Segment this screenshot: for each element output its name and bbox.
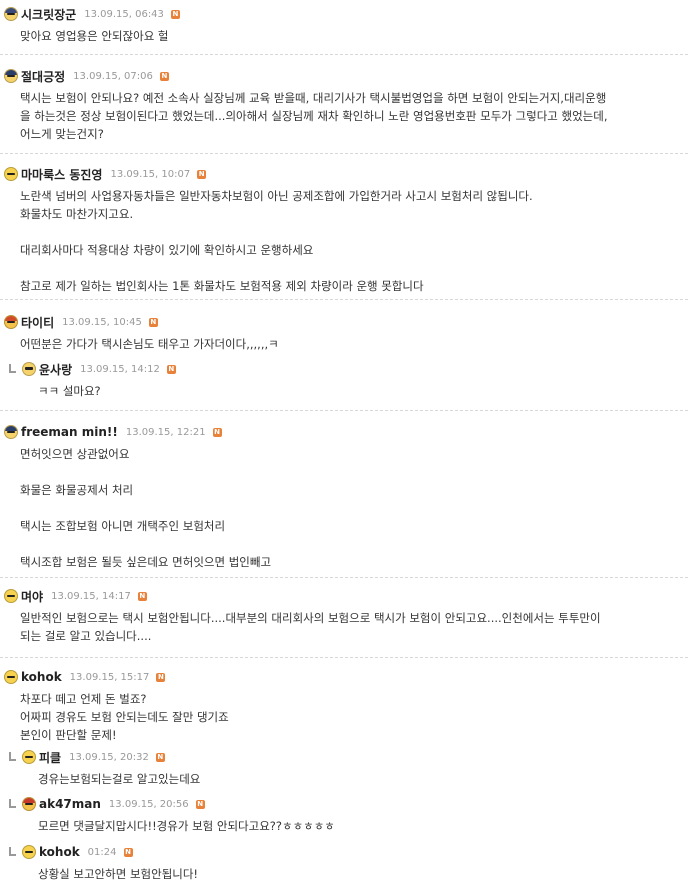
comment-list: 시크릿장군 13.09.15, 06:43 N 맞아요 영업용은 안되잖아요 헐… <box>0 0 688 894</box>
comment-author[interactable]: ak47man <box>39 797 101 811</box>
avatar-icon <box>22 750 36 764</box>
comment-author[interactable]: 윤사랑 <box>39 361 72 378</box>
reply-item: 윤사랑 13.09.15, 14:12 N ㅋㅋ 설마요? <box>0 360 688 400</box>
comment-item: 절대긍정 13.09.15, 07:06 N 택시는 보험이 안되나요? 예전 … <box>0 67 688 143</box>
new-badge: N <box>212 427 222 437</box>
comment-date: 13.09.15, 10:45 <box>62 316 142 328</box>
comment-date: 13.09.15, 12:21 <box>125 426 206 438</box>
comment-date: 13.09.15, 15:17 <box>69 671 150 683</box>
avatar-icon <box>4 670 18 684</box>
new-badge: N <box>159 71 169 81</box>
avatar-icon <box>22 797 36 811</box>
comment-body: 어떤분은 가다가 택시손님도 태우고 가자더이다,,,,,,ㅋ <box>20 337 279 351</box>
comment-author[interactable]: 시크릿장군 <box>21 6 76 23</box>
comment-author[interactable]: 며야 <box>21 588 43 605</box>
reply-arrow-icon <box>8 847 18 857</box>
comment-body: 차포다 떼고 언제 돈 벌죠? 어짜피 경유도 보험 안되는데도 잘만 댕기죠 … <box>20 692 229 742</box>
comment-divider <box>0 577 688 579</box>
comment-body: 노란색 넘버의 사업용자동차들은 일반자동차보험이 아닌 공제조합에 가입한거라… <box>20 189 533 293</box>
reply-arrow-icon <box>8 799 18 809</box>
avatar-icon <box>22 845 36 859</box>
comment-body: 모르면 댓글달지맙시다!!경유가 보험 안되다고요??ㅎㅎㅎㅎㅎ <box>38 819 335 833</box>
new-badge: N <box>148 317 158 327</box>
avatar-icon <box>4 425 18 439</box>
avatar-icon <box>22 362 36 376</box>
comment-date: 13.09.15, 10:07 <box>110 168 191 180</box>
comment-date: 13.09.15, 07:06 <box>73 70 153 82</box>
comment-body: 일반적인 보험으로는 택시 보험안됩니다....대부분의 대리회사의 보험으로 … <box>20 611 601 643</box>
avatar-icon <box>4 167 18 181</box>
avatar-icon <box>4 7 18 21</box>
reply-item: ak47man 13.09.15, 20:56 N 모르면 댓글달지맙시다!!경… <box>0 795 688 835</box>
comment-item: kohok 13.09.15, 15:17 N 차포다 떼고 언제 돈 벌죠? … <box>0 668 688 744</box>
comment-divider <box>0 54 688 56</box>
comment-author[interactable]: 타이티 <box>21 314 54 331</box>
comment-divider <box>0 657 688 659</box>
comment-author[interactable]: 마마룩스 동진영 <box>21 166 102 183</box>
comment-divider <box>0 410 688 412</box>
comment-author[interactable]: kohok <box>39 845 80 859</box>
reply-item: kohok 01:24 N 상황실 보고안하면 보험안됩니다! <box>0 843 688 883</box>
comment-divider <box>0 153 688 155</box>
reply-arrow-icon <box>8 752 18 762</box>
comment-date: 13.09.15, 14:17 <box>51 590 131 602</box>
comment-body: 택시는 보험이 안되나요? 예전 소속사 실장님께 교육 받을때, 대리기사가 … <box>20 91 608 141</box>
comment-date: 13.09.15, 20:32 <box>69 751 149 763</box>
new-badge: N <box>197 169 207 179</box>
comment-item: 시크릿장군 13.09.15, 06:43 N 맞아요 영업용은 안되잖아요 헐 <box>0 5 688 45</box>
comment-divider <box>0 299 688 301</box>
new-badge: N <box>137 591 147 601</box>
avatar-icon <box>4 69 18 83</box>
comment-author[interactable]: 절대긍정 <box>21 68 65 85</box>
comment-author[interactable]: kohok <box>21 670 62 684</box>
new-badge: N <box>170 9 180 19</box>
new-badge: N <box>166 364 176 374</box>
comment-item: 타이티 13.09.15, 10:45 N 어떤분은 가다가 택시손님도 태우고… <box>0 313 688 353</box>
comment-body: 경유는보험되는걸로 알고있는데요 <box>38 772 201 786</box>
new-badge: N <box>195 799 205 809</box>
avatar-icon <box>4 315 18 329</box>
comment-date: 13.09.15, 14:12 <box>80 363 160 375</box>
comment-body: 면허잇으면 상관없어요 화물은 화물공제서 처리 택시는 조합보험 아니면 개택… <box>20 447 272 569</box>
comment-date: 01:24 <box>87 846 117 858</box>
reply-item: 피클 13.09.15, 20:32 N 경유는보험되는걸로 알고있는데요 <box>0 748 688 788</box>
comment-date: 13.09.15, 20:56 <box>108 798 189 810</box>
comment-item: 며야 13.09.15, 14:17 N 일반적인 보험으로는 택시 보험안됩니… <box>0 587 688 645</box>
new-badge: N <box>155 752 165 762</box>
comment-date: 13.09.15, 06:43 <box>84 8 164 20</box>
comment-body: 상황실 보고안하면 보험안됩니다! <box>38 867 199 881</box>
comment-body: ㅋㅋ 설마요? <box>38 384 101 398</box>
comment-item: freeman min!! 13.09.15, 12:21 N 면허잇으면 상관… <box>0 423 688 571</box>
new-badge: N <box>156 672 166 682</box>
comment-item: 마마룩스 동진영 13.09.15, 10:07 N 노란색 넘버의 사업용자동… <box>0 165 688 295</box>
comment-author[interactable]: freeman min!! <box>21 425 118 439</box>
comment-body: 맞아요 영업용은 안되잖아요 헐 <box>20 29 169 43</box>
comment-author[interactable]: 피클 <box>39 749 61 766</box>
reply-arrow-icon <box>8 364 18 374</box>
avatar-icon <box>4 589 18 603</box>
new-badge: N <box>123 847 133 857</box>
